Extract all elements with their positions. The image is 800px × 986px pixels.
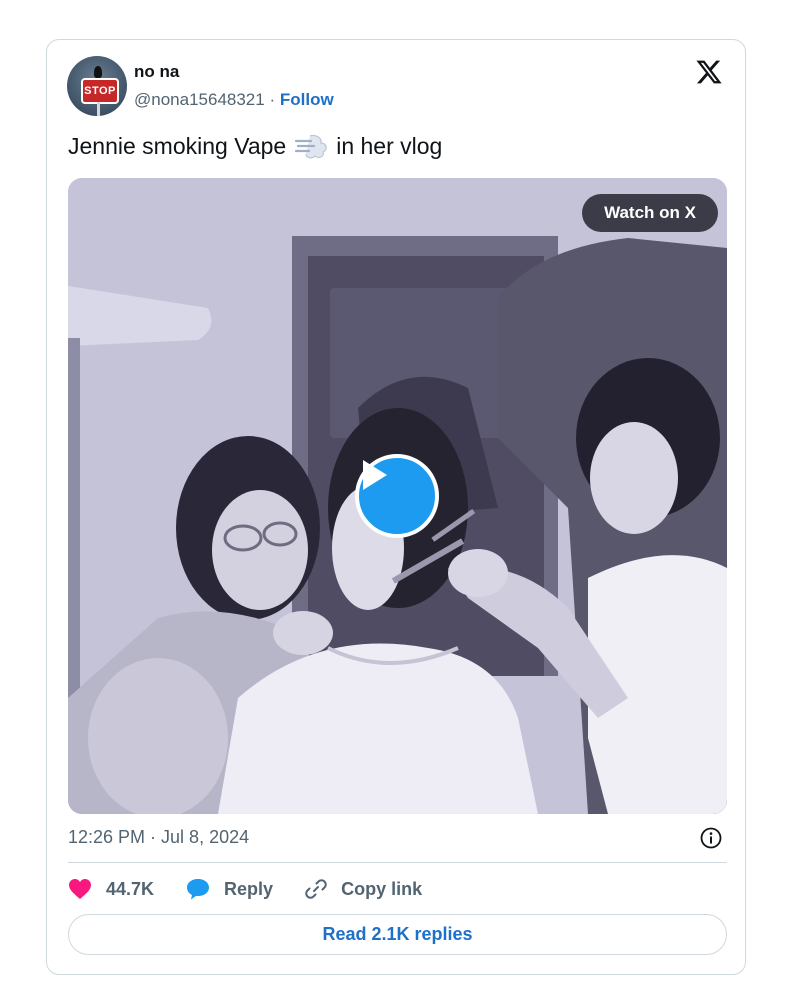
- separator: ·: [269, 90, 276, 109]
- info-icon[interactable]: [699, 826, 723, 850]
- copy-link-button[interactable]: Copy link: [305, 878, 422, 900]
- sign-pole: [97, 102, 100, 116]
- reply-bubble-icon: [187, 879, 210, 900]
- tweet-text-before: Jennie smoking Vape: [68, 132, 287, 159]
- tweet-text-after: in her vlog: [336, 132, 443, 159]
- like-button[interactable]: 44.7K: [68, 878, 154, 900]
- play-icon: [363, 460, 387, 490]
- handle-row: @nona15648321 · Follow: [134, 90, 334, 110]
- divider: [68, 862, 727, 863]
- heart-icon: [69, 879, 91, 899]
- avatar[interactable]: STOP: [67, 56, 127, 116]
- action-bar: 44.7K Reply Copy link: [68, 876, 454, 902]
- x-logo-icon[interactable]: [695, 58, 723, 86]
- reply-label: Reply: [224, 878, 274, 899]
- like-count: 44.7K: [106, 878, 155, 899]
- read-replies-button[interactable]: Read 2.1K replies: [68, 914, 727, 955]
- copy-link-label: Copy link: [341, 878, 423, 899]
- user-handle[interactable]: @nona15648321: [134, 90, 265, 109]
- play-button[interactable]: [355, 454, 439, 538]
- tweet-embed-card: STOP no na @nona15648321 · Follow Jennie…: [46, 39, 746, 975]
- dashing-away-icon: [295, 134, 327, 159]
- stop-sign: STOP: [81, 78, 119, 104]
- tweet-text: Jennie smoking Vape in her vlog: [68, 132, 442, 160]
- follow-button[interactable]: Follow: [280, 90, 334, 109]
- reply-button[interactable]: Reply: [186, 878, 273, 900]
- link-icon: [305, 879, 327, 899]
- video-media[interactable]: Watch on X: [68, 178, 727, 814]
- watch-on-x-button[interactable]: Watch on X: [582, 194, 718, 232]
- display-name[interactable]: no na: [134, 62, 179, 82]
- tweet-timestamp[interactable]: 12:26 PM · Jul 8, 2024: [68, 827, 249, 848]
- bird-figure: [94, 66, 102, 78]
